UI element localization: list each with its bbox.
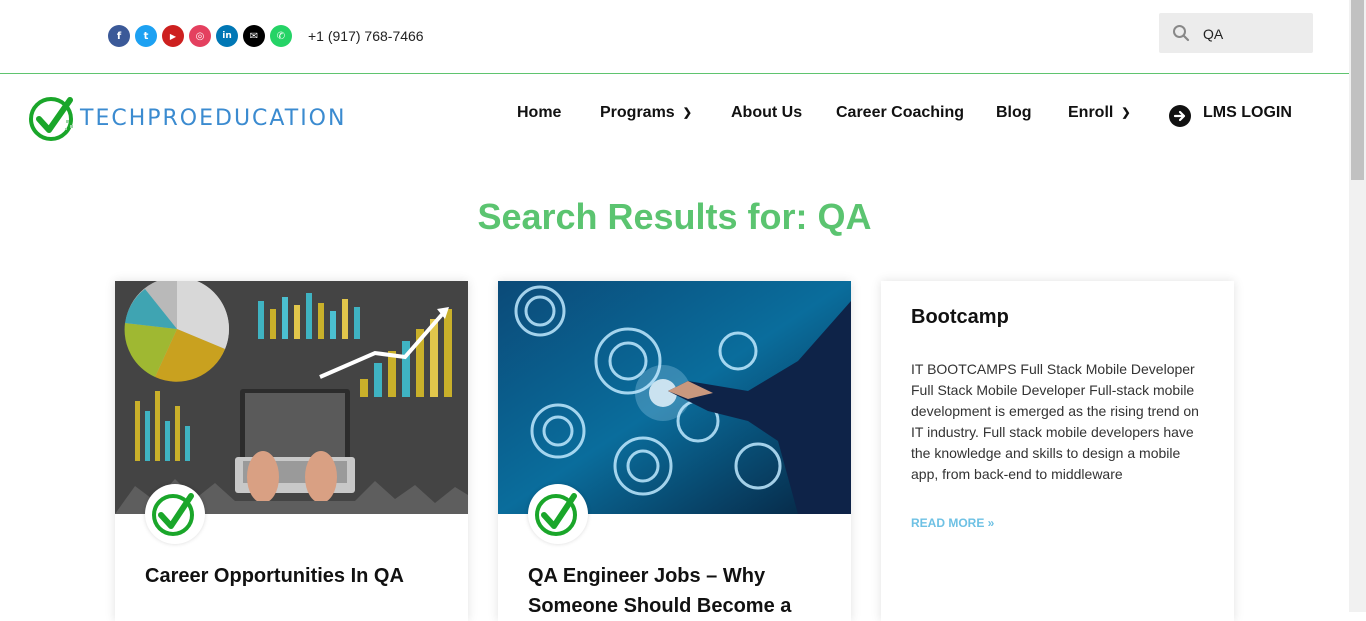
check-logo-icon	[535, 493, 577, 536]
post-title-line: QA Engineer Jobs – Why	[528, 565, 766, 587]
post-title[interactable]: Bootcamp	[911, 306, 1009, 329]
scrollbar[interactable]	[1349, 0, 1366, 612]
nav-label: Programs	[600, 104, 675, 121]
logo-text: TECHPROEDUCATION	[80, 106, 347, 131]
nav-label: Career Coaching	[836, 104, 965, 121]
envelope-icon[interactable]: ✉	[243, 25, 265, 47]
social-links: f t ▶ ◎ in ✉ ✆	[108, 25, 292, 47]
nav-programs[interactable]: Programs ❯	[600, 104, 692, 122]
search-icon[interactable]	[1172, 24, 1190, 42]
post-excerpt: IT BOOTCAMPS Full Stack Mobile Developer…	[911, 361, 1199, 482]
linkedin-icon[interactable]: in	[216, 25, 238, 47]
post-card[interactable]: QA Engineer Jobs – Why Someone Should Be…	[498, 281, 851, 621]
check-logo-icon	[29, 97, 73, 141]
page-title: Search Results for: QA	[477, 196, 872, 237]
post-title-line: Someone Should Become a	[528, 595, 792, 617]
nav-lms-login[interactable]: LMS LOGIN	[1203, 104, 1292, 122]
read-more-link[interactable]: READ MORE »	[911, 516, 994, 530]
logo-badge	[145, 484, 205, 544]
nav-label: About Us	[731, 104, 803, 121]
nav-enroll[interactable]: Enroll ❯	[1068, 104, 1131, 122]
arrow-right-circle-icon[interactable]	[1169, 105, 1191, 127]
post-title[interactable]: Career Opportunities In QA	[145, 561, 404, 591]
nav-about-us[interactable]: About Us	[731, 104, 802, 122]
post-card[interactable]: Bootcamp IT BOOTCAMPS Full Stack Mobile …	[881, 281, 1234, 621]
nav-label: Enroll	[1068, 104, 1114, 121]
nav-label: Blog	[996, 104, 1032, 121]
post-title[interactable]: QA Engineer Jobs – Why Someone Should Be…	[528, 561, 791, 621]
chevron-down-icon: ❯	[682, 107, 692, 119]
search-input[interactable]	[1201, 22, 1305, 46]
top-bar: f t ▶ ◎ in ✉ ✆ +1 (917) 768-7466	[0, 0, 1349, 74]
analytics-laptop-image[interactable]	[115, 281, 468, 514]
post-card[interactable]: Career Opportunities In QA	[115, 281, 468, 621]
nav-blog[interactable]: Blog	[996, 104, 1032, 122]
instagram-icon[interactable]: ◎	[189, 25, 211, 47]
tech-gears-hand-image[interactable]	[498, 281, 851, 514]
logo-badge	[528, 484, 588, 544]
phone-number[interactable]: +1 (917) 768-7466	[308, 28, 424, 44]
facebook-icon[interactable]: f	[108, 25, 130, 47]
check-logo-icon	[152, 493, 194, 536]
chevron-down-icon: ❯	[1121, 107, 1131, 119]
site-logo[interactable]: TECHPROEDUCATION	[28, 92, 428, 146]
twitter-icon[interactable]: t	[135, 25, 157, 47]
whatsapp-icon[interactable]: ✆	[270, 25, 292, 47]
search-box	[1159, 13, 1313, 53]
nav-career-coaching[interactable]: Career Coaching	[836, 104, 964, 122]
scrollbar-thumb[interactable]	[1351, 0, 1364, 180]
youtube-icon[interactable]: ▶	[162, 25, 184, 47]
nav-home[interactable]: Home	[517, 104, 561, 122]
nav-label: Home	[517, 104, 562, 121]
